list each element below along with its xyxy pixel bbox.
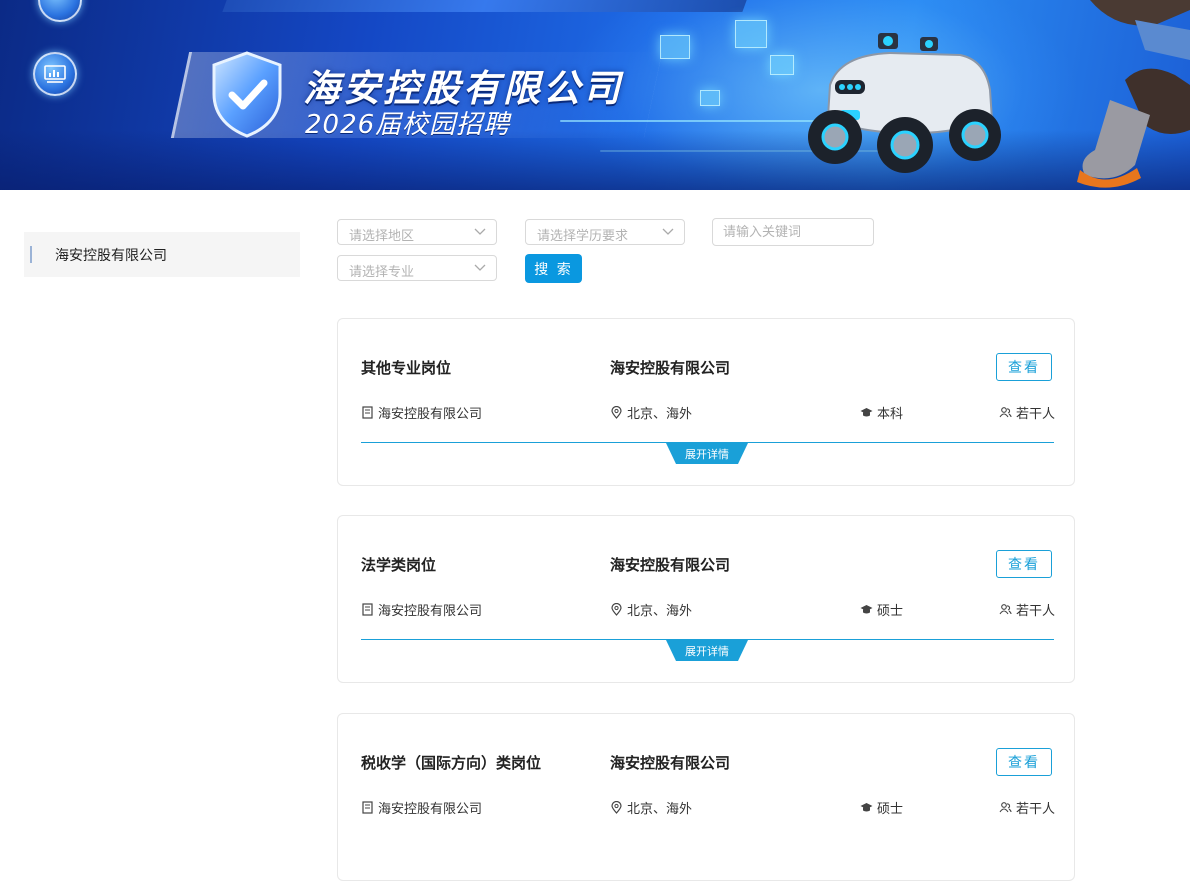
people-icon — [999, 407, 1012, 418]
job-education: 本科 — [860, 403, 903, 422]
banner-subtitle: 2026届校园招聘 — [305, 110, 511, 140]
job-location-text: 北京、海外 — [627, 407, 693, 422]
job-card: 法学类岗位 海安控股有限公司 查看 海安控股有限公司 北京、海外 硕士 若干人 … — [337, 515, 1075, 683]
location-pin-icon — [611, 801, 622, 814]
job-headcount-text: 若干人 — [1016, 802, 1056, 817]
search-button[interactable]: 搜 索 — [525, 254, 582, 283]
major-select-placeholder: 请选择专业 — [349, 265, 415, 280]
expand-details-label: 展开详情 — [685, 448, 729, 461]
education-select[interactable]: 请选择学历要求 — [525, 219, 685, 245]
sidebar-item-company[interactable]: 海安控股有限公司 — [24, 232, 300, 277]
keyword-input[interactable] — [712, 218, 874, 246]
document-icon — [362, 801, 373, 814]
graduation-cap-icon — [860, 803, 873, 812]
document-icon — [362, 603, 373, 616]
job-company: 海安控股有限公司 — [610, 359, 731, 377]
recruitment-banner: 海安控股有限公司 2026届校园招聘 — [0, 0, 1190, 190]
job-company: 海安控股有限公司 — [610, 754, 731, 772]
job-headcount-text: 若干人 — [1016, 604, 1056, 619]
job-card: 其他专业岗位 海安控股有限公司 查看 海安控股有限公司 北京、海外 本科 若干人… — [337, 318, 1075, 486]
job-headcount: 若干人 — [999, 600, 1055, 619]
location-pin-icon — [611, 603, 622, 616]
people-icon — [999, 802, 1012, 813]
job-education-text: 硕士 — [877, 802, 904, 817]
job-title: 其他专业岗位 — [361, 359, 452, 377]
job-headcount: 若干人 — [999, 403, 1055, 422]
people-icon — [999, 604, 1012, 615]
job-employer-text: 海安控股有限公司 — [378, 407, 483, 422]
job-education: 硕士 — [860, 600, 903, 619]
education-select-placeholder: 请选择学历要求 — [537, 229, 629, 244]
mascot-illustration — [1077, 0, 1190, 188]
location-pin-icon — [611, 406, 622, 419]
job-employer: 海安控股有限公司 — [361, 798, 482, 817]
job-location: 北京、海外 — [610, 798, 692, 817]
sidebar-item-label: 海安控股有限公司 — [55, 248, 167, 264]
chevron-down-icon — [662, 228, 674, 235]
document-icon — [362, 406, 373, 419]
job-title: 税收学（国际方向）类岗位 — [361, 754, 542, 772]
job-education: 硕士 — [860, 798, 903, 817]
view-button[interactable]: 查看 — [996, 550, 1052, 578]
shield-check-icon — [212, 51, 282, 138]
major-select[interactable]: 请选择专业 — [337, 255, 497, 281]
sidebar-active-indicator — [30, 246, 32, 263]
job-education-text: 硕士 — [877, 604, 904, 619]
graduation-cap-icon — [860, 605, 873, 614]
banner-cube — [770, 55, 794, 75]
banner-cube — [660, 35, 690, 59]
banner-top-shape — [222, 0, 758, 12]
job-headcount-text: 若干人 — [1016, 407, 1056, 422]
job-headcount: 若干人 — [999, 798, 1055, 817]
expand-details-toggle[interactable]: 展开详情 — [666, 640, 748, 661]
region-select-placeholder: 请选择地区 — [349, 229, 415, 244]
view-button[interactable]: 查看 — [996, 353, 1052, 381]
job-title: 法学类岗位 — [361, 556, 437, 574]
job-card: 税收学（国际方向）类岗位 海安控股有限公司 查看 海安控股有限公司 北京、海外 … — [337, 713, 1075, 881]
job-education-text: 本科 — [877, 407, 904, 422]
job-location: 北京、海外 — [610, 403, 692, 422]
job-employer-text: 海安控股有限公司 — [378, 604, 483, 619]
banner-cube — [700, 90, 720, 106]
expand-details-label: 展开详情 — [685, 645, 729, 658]
job-location-text: 北京、海外 — [627, 604, 693, 619]
expand-details-toggle[interactable]: 展开详情 — [666, 443, 748, 464]
robot-vehicle-illustration — [808, 33, 1001, 173]
region-select[interactable]: 请选择地区 — [337, 219, 497, 245]
chevron-down-icon — [474, 228, 486, 235]
job-location: 北京、海外 — [610, 600, 692, 619]
banner-cube — [735, 20, 767, 48]
job-employer: 海安控股有限公司 — [361, 403, 482, 422]
job-employer-text: 海安控股有限公司 — [378, 802, 483, 817]
job-employer: 海安控股有限公司 — [361, 600, 482, 619]
view-button[interactable]: 查看 — [996, 748, 1052, 776]
circle-badge-icon — [38, 0, 82, 22]
chevron-down-icon — [474, 264, 486, 271]
job-location-text: 北京、海外 — [627, 802, 693, 817]
job-company: 海安控股有限公司 — [610, 556, 731, 574]
graduation-cap-icon — [860, 408, 873, 417]
chart-badge-icon — [33, 52, 77, 96]
